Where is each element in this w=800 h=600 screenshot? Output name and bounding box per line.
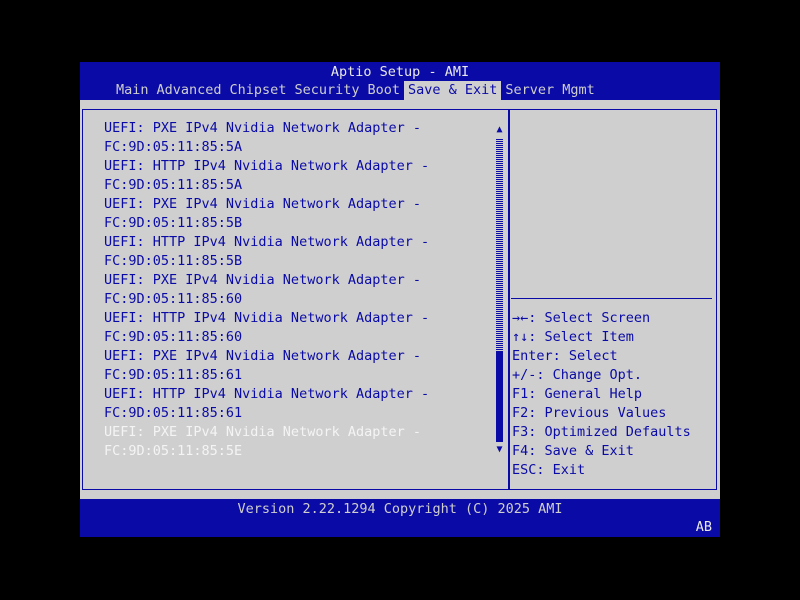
boot-option[interactable]: UEFI: HTTP IPv4 Nvidia Network Adapter -… [104,385,494,423]
boot-option-mac: FC:9D:05:11:85:61 [104,367,243,383]
help-divider [511,298,712,299]
boot-option-mac: FC:9D:05:11:85:60 [104,291,243,307]
boot-option-name: UEFI: PXE IPv4 Nvidia Network Adapter - [104,272,421,288]
boot-option[interactable]: UEFI: PXE IPv4 Nvidia Network Adapter - … [104,119,494,157]
tab-save-and-exit[interactable]: Save & Exit [404,81,502,100]
boot-option-mac: FC:9D:05:11:85:5E [104,443,243,459]
boot-option-mac: FC:9D:05:11:85:5A [104,177,243,193]
key-help: →←: Select Screen ↑↓: Select Item Enter:… [512,309,712,480]
bios-screen: Aptio Setup - AMI Main Advanced Chipset … [80,62,720,537]
footer-bar: Version 2.22.1294 Copyright (C) 2025 AMI… [80,499,720,537]
boot-option[interactable]: UEFI: PXE IPv4 Nvidia Network Adapter - … [104,347,494,385]
boot-option-mac: FC:9D:05:11:85:60 [104,329,243,345]
scroll-up-arrow-icon[interactable]: ▲ [495,124,504,136]
tab-advanced[interactable]: Advanced [153,81,226,100]
help-enter-select: Enter: Select [512,348,618,364]
boot-option-name: UEFI: HTTP IPv4 Nvidia Network Adapter - [104,158,430,174]
boot-option[interactable]: UEFI: HTTP IPv4 Nvidia Network Adapter -… [104,309,494,347]
menu-tabs: Main Advanced Chipset Security Boot Save… [112,81,599,100]
boot-option[interactable]: UEFI: HTTP IPv4 Nvidia Network Adapter -… [104,157,494,195]
app-title: Aptio Setup - AMI [330,64,470,80]
boot-option-mac: FC:9D:05:11:85:5A [104,139,243,155]
boot-option-name: UEFI: HTTP IPv4 Nvidia Network Adapter - [104,234,430,250]
boot-option[interactable]: UEFI: HTTP IPv4 Nvidia Network Adapter -… [104,233,494,271]
scrollbar-track[interactable] [496,138,503,442]
help-select-item: ↑↓: Select Item [512,329,634,345]
tab-server-mgmt[interactable]: Server Mgmt [501,81,598,100]
boot-option-mac: FC:9D:05:11:85:5B [104,253,243,269]
help-general-help: F1: General Help [512,386,643,402]
help-change-opt: +/-: Change Opt. [512,367,643,383]
help-optimized-defaults: F3: Optimized Defaults [512,424,691,440]
boot-option-selected[interactable]: UEFI: PXE IPv4 Nvidia Network Adapter - … [104,423,494,461]
boot-option-name: UEFI: PXE IPv4 Nvidia Network Adapter - [104,348,421,364]
version-text: Version 2.22.1294 Copyright (C) 2025 AMI [237,501,563,517]
boot-option[interactable]: UEFI: PXE IPv4 Nvidia Network Adapter - … [104,195,494,233]
boot-option-mac: FC:9D:05:11:85:61 [104,405,243,421]
tab-boot[interactable]: Boot [363,81,404,100]
scrollbar-thumb[interactable] [496,351,503,442]
boot-option-name: UEFI: PXE IPv4 Nvidia Network Adapter - [104,196,421,212]
boot-option-name: UEFI: HTTP IPv4 Nvidia Network Adapter - [104,386,430,402]
post-code-badge: AB [695,519,712,535]
boot-option-mac: FC:9D:05:11:85:5B [104,215,243,231]
help-previous-values: F2: Previous Values [512,405,667,421]
help-save-exit: F4: Save & Exit [512,443,634,459]
help-select-screen: →←: Select Screen [512,310,651,326]
tab-security[interactable]: Security [290,81,363,100]
scroll-down-arrow-icon[interactable]: ▼ [495,444,504,456]
tab-main[interactable]: Main [112,81,153,100]
boot-option-name: UEFI: PXE IPv4 Nvidia Network Adapter - [104,120,421,136]
boot-override-list: UEFI: PXE IPv4 Nvidia Network Adapter - … [104,119,494,461]
boot-option-name: UEFI: HTTP IPv4 Nvidia Network Adapter - [104,310,430,326]
boot-option-name: UEFI: PXE IPv4 Nvidia Network Adapter - [104,424,421,440]
help-esc-exit: ESC: Exit [512,462,586,478]
list-scrollbar[interactable]: ▲ ▼ [495,124,504,456]
boot-option[interactable]: UEFI: PXE IPv4 Nvidia Network Adapter - … [104,271,494,309]
tab-chipset[interactable]: Chipset [226,81,291,100]
header-bar: Aptio Setup - AMI Main Advanced Chipset … [80,62,720,100]
